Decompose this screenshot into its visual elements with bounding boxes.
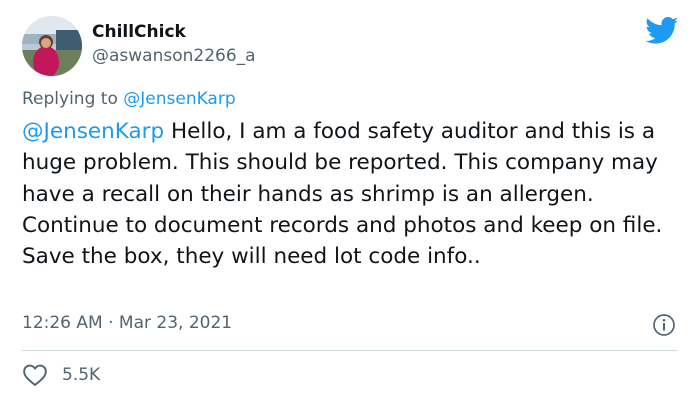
like-count: 5.5K [62,365,101,385]
tweet-text: @JensenKarp Hello, I am a food safety au… [22,116,682,272]
avatar-photo [22,16,82,76]
tweet-timestamp: 12:26 AM · Mar 23, 2021 [22,313,232,333]
replying-prefix: Replying to [22,89,124,109]
avatar[interactable] [22,16,82,76]
twitter-bird-icon[interactable] [645,17,679,45]
display-name[interactable]: ChillChick [92,22,186,42]
like-button[interactable]: 5.5K [22,363,100,387]
replying-to: Replying to @JensenKarp [22,89,236,109]
divider [22,350,678,351]
info-icon[interactable] [652,313,676,337]
user-handle[interactable]: @aswanson2266_a [92,46,256,66]
tweet-mention-link[interactable]: @JensenKarp [22,119,164,144]
tweet-date[interactable]: Mar 23, 2021 [119,313,232,333]
meta-separator: · [102,313,119,333]
reply-mention-link[interactable]: @JensenKarp [123,89,235,109]
tweet-time[interactable]: 12:26 AM [22,313,103,333]
heart-icon [23,364,47,386]
